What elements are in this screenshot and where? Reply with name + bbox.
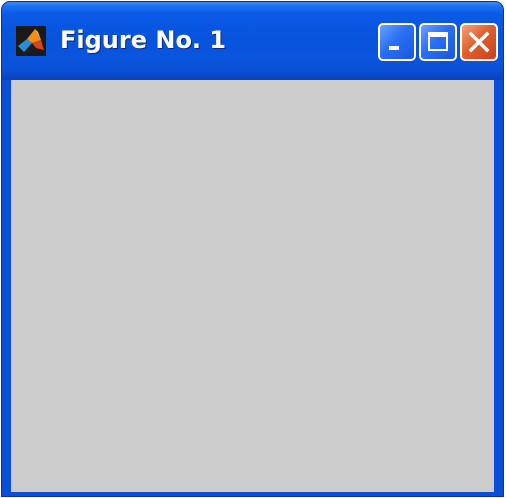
- title-bar[interactable]: Figure No. 1: [2, 2, 503, 80]
- maximize-button[interactable]: [419, 23, 457, 61]
- minimize-button[interactable]: [378, 23, 416, 61]
- window-title: Figure No. 1: [60, 26, 227, 54]
- figure-canvas[interactable]: [11, 80, 494, 492]
- matlab-logo-icon[interactable]: [16, 26, 46, 56]
- figure-window: Figure No. 1: [1, 1, 504, 497]
- close-button[interactable]: [460, 23, 498, 61]
